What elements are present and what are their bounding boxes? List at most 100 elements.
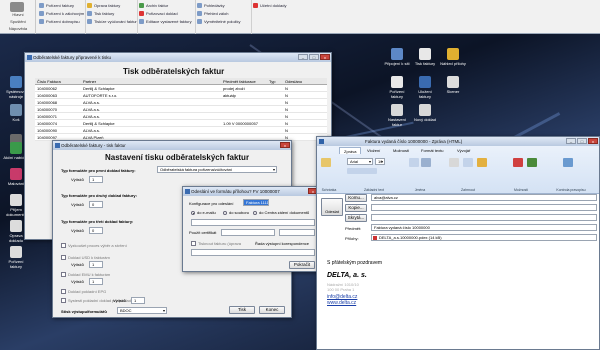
desktop-icon-settings[interactable]: Nastavení faktur: [384, 104, 410, 127]
checkbox-4[interactable]: [61, 289, 66, 294]
ribbon-purchase-doc[interactable]: Pořizovací doklad: [138, 10, 178, 17]
table-row[interactable]: 104000062 Dertilj & Schlapke prodej zboží N: [35, 85, 327, 92]
to-button[interactable]: Komu...: [345, 194, 367, 202]
copies-field-6[interactable]: 1: [131, 297, 145, 304]
printer-select[interactable]: BDOC: [117, 307, 167, 314]
certificate-field[interactable]: [221, 229, 275, 236]
table-row[interactable]: 104000068 ALVA a.s. N: [35, 99, 327, 106]
table-row[interactable]: 104000090 ALVA a.s. N: [35, 127, 327, 134]
print-button[interactable]: Tisk: [229, 306, 255, 314]
cc-button[interactable]: Kopie...: [345, 204, 367, 212]
desktop-icon-scanner[interactable]: Skener: [440, 76, 466, 94]
desktop-icon-create-invoice[interactable]: Pořízení faktury: [3, 246, 29, 269]
maximize-button[interactable]: □: [309, 54, 319, 60]
ribbon-help-label[interactable]: Nápověda: [2, 26, 34, 31]
ribbon-create-credit[interactable]: Pořízení dobropisu: [38, 18, 80, 25]
font-name-select[interactable]: Arial: [347, 158, 373, 165]
col-number[interactable]: Číslo Faktura: [35, 78, 81, 84]
table-row[interactable]: 104000063 AUTOFORTE s.r.o. aktuálp N: [35, 92, 327, 99]
flag-icon[interactable]: [513, 158, 523, 167]
tab-developer[interactable]: Vývojář: [453, 147, 474, 154]
minimize-button[interactable]: –: [566, 138, 576, 144]
ribbon-edit-issued[interactable]: Editace vystavené faktury: [138, 18, 192, 25]
close-button[interactable]: x: [280, 142, 290, 148]
copies-field-5[interactable]: 1: [89, 278, 103, 285]
close-button[interactable]: x: [320, 54, 330, 60]
radio-archive[interactable]: [253, 211, 257, 215]
invoice-list-titlebar[interactable]: Odběratelské faktury připravené k tisku …: [25, 53, 331, 62]
signature-web-link[interactable]: www.delta.cz: [327, 300, 356, 306]
send-dialog-titlebar[interactable]: Odeslání ve formátu přílohou? FV 1000000…: [183, 187, 319, 196]
tab-format[interactable]: Formát textu: [417, 147, 447, 154]
tab-options[interactable]: Možnosti: [389, 147, 413, 154]
ribbon-claims[interactable]: Pohledávky: [196, 2, 225, 9]
desktop-icon-print-invoice[interactable]: Tisk faktury: [412, 48, 438, 66]
ribbon-print-billing[interactable]: Tisk/ze vyúčování faktur: [86, 18, 137, 25]
path-field[interactable]: [191, 219, 315, 226]
text-format-buttons[interactable]: [347, 168, 377, 174]
col-type[interactable]: Typ: [267, 78, 283, 84]
tab-message[interactable]: Zpráva: [339, 147, 362, 154]
checkbox-5[interactable]: [61, 298, 66, 303]
importance-icon[interactable]: [527, 158, 537, 167]
cancel-button[interactable]: Konec: [259, 306, 285, 314]
minimize-button[interactable]: –: [298, 54, 308, 60]
ribbon-accounting-docs[interactable]: Učetní doklady: [252, 2, 286, 9]
ribbon-run-label[interactable]: Spuštění: [2, 19, 34, 24]
continue-button[interactable]: Pokračit: [289, 261, 315, 269]
bcc-field[interactable]: [371, 214, 597, 221]
ribbon-items[interactable]: Vyměnitelné položky: [196, 18, 241, 25]
print-settings-titlebar[interactable]: Odběratelské faktury - tisk faktur x: [53, 141, 291, 150]
ribbon-edit-invoice[interactable]: Oprava faktury: [86, 2, 120, 9]
col-partner[interactable]: Partner: [81, 78, 221, 84]
ribbon-home-group[interactable]: Hlavní Spuštění Nápověda: [0, 0, 36, 34]
attach-item-icon[interactable]: [463, 158, 473, 167]
desktop-icon-network[interactable]: Připojení k síti: [384, 48, 410, 66]
ribbon-archive[interactable]: Archiv faktur: [138, 2, 168, 9]
email-titlebar[interactable]: Faktura vydaná číslo 10000000 - Zpráva (…: [317, 137, 599, 146]
send-button[interactable]: Odeslat: [321, 198, 343, 216]
address-book-icon[interactable]: [409, 158, 419, 167]
ribbon-create-advance[interactable]: Pořízení k zálohovým: [38, 10, 84, 17]
subject-field[interactable]: Faktura vydaná číslo 10000000: [371, 224, 597, 231]
ribbon-advances-overview[interactable]: Přehled záloh: [196, 10, 228, 17]
signature-icon[interactable]: [477, 158, 487, 167]
checkbox-3[interactable]: [61, 272, 66, 277]
attach-file-icon[interactable]: [449, 158, 459, 167]
paste-icon[interactable]: [321, 158, 331, 167]
desktop-icon-create[interactable]: Pořízení faktury: [384, 76, 410, 99]
desktop-icon-new-doc[interactable]: Nový doklad: [412, 104, 438, 122]
radio-email[interactable]: [191, 211, 195, 215]
maximize-button[interactable]: □: [577, 138, 587, 144]
checkbox-1[interactable]: [61, 243, 66, 248]
check-names-icon[interactable]: [421, 158, 431, 167]
copies-field-3[interactable]: 0: [89, 227, 103, 234]
certificate-field-2[interactable]: [279, 229, 315, 236]
ribbon-create-invoice[interactable]: Pořízení faktury: [38, 2, 74, 9]
font-size-select[interactable]: 10: [375, 158, 385, 165]
copies-field-2[interactable]: 0: [89, 201, 103, 208]
table-row[interactable]: 104000074 Dertilj & Schlapke 1.09 V 000000…: [35, 120, 327, 127]
checkbox-2[interactable]: [61, 255, 66, 260]
col-sent[interactable]: Odesláno: [283, 78, 313, 84]
cc-field[interactable]: [371, 204, 597, 211]
tab-insert[interactable]: Vložení: [363, 147, 384, 154]
desktop-icon-save[interactable]: Uložení faktury: [412, 76, 438, 99]
bcc-button[interactable]: Skrytá...: [345, 214, 367, 222]
ribbon-print-invoice[interactable]: Tisk faktury: [86, 10, 114, 17]
radio-file[interactable]: [223, 211, 227, 215]
spelling-icon[interactable]: [563, 158, 573, 167]
close-button[interactable]: x: [588, 138, 598, 144]
order-field[interactable]: [191, 249, 315, 256]
copies-field-4[interactable]: 1: [89, 261, 103, 268]
config-field[interactable]: Faktura 11111: [243, 199, 269, 206]
attachment-item[interactable]: DELTA_a.s.10000000.pdex (14 kB): [371, 234, 597, 241]
copies-field-1[interactable]: 1: [89, 176, 103, 183]
col-subject[interactable]: Předmět fakturace: [221, 78, 267, 84]
print-invoice-checkbox[interactable]: [191, 241, 196, 246]
table-row[interactable]: 104000070 ALVA a.s. N: [35, 106, 327, 113]
table-row[interactable]: 104000071 ALVA a.s. N: [35, 113, 327, 120]
to-field[interactable]: alva@alva.cz: [371, 194, 597, 201]
desktop-icon-preview[interactable]: Náhled přílohy: [440, 48, 466, 66]
form-select-1[interactable]: Odběratelská faktura pořízena/zúčtování: [157, 166, 277, 173]
